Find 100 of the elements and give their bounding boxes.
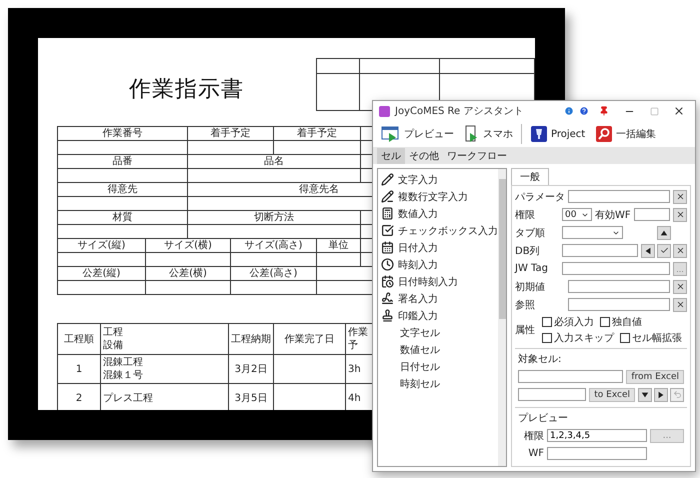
toolbar-button[interactable]: スマホ	[462, 124, 515, 144]
table-cell: 3h	[348, 362, 361, 376]
field-label: 権限	[515, 208, 536, 222]
table-cell: 品名	[188, 154, 360, 168]
export-button[interactable]: to Excel	[589, 388, 635, 402]
text-field[interactable]	[518, 370, 624, 383]
text-field[interactable]	[568, 190, 670, 203]
field-label: タブ順	[515, 226, 546, 240]
field-label: DB列	[515, 244, 541, 258]
text-field[interactable]	[562, 262, 670, 275]
column-header: 工程順	[64, 332, 94, 346]
permission-dropdown[interactable]: 00	[562, 208, 592, 221]
palette-item[interactable]: 時刻入力	[398, 258, 438, 272]
pencil-line-icon	[381, 190, 394, 203]
text-field[interactable]	[634, 208, 670, 221]
document-title: 作業指示書	[129, 76, 244, 104]
tab[interactable]: ワークフロー	[443, 148, 511, 164]
column-header: 作業	[348, 326, 368, 339]
column-header: 予	[348, 339, 358, 352]
table-cell: 単位	[316, 238, 360, 252]
table-cell: 2	[76, 392, 82, 404]
table-cell: 3月2日	[234, 362, 268, 376]
move-up-button[interactable]	[657, 226, 671, 240]
pencil-icon	[381, 173, 394, 186]
checkbox[interactable]: 必須入力	[542, 315, 594, 329]
triangle-right-icon	[657, 390, 665, 398]
close-icon	[676, 246, 684, 255]
stamp-icon	[381, 309, 394, 322]
table-cell: 公差(横)	[146, 266, 230, 280]
palette-item[interactable]: 数値セル	[400, 342, 440, 356]
close-icon	[676, 300, 684, 309]
text-field[interactable]	[562, 244, 638, 257]
palette-item[interactable]: 数値入力	[398, 206, 438, 220]
triangle-left-icon	[644, 246, 652, 254]
checkbox-icon	[381, 224, 394, 237]
checkbox[interactable]: 独自値	[600, 315, 642, 329]
field-label: WF	[527, 448, 544, 459]
info-icon[interactable]	[564, 106, 574, 116]
text-field[interactable]	[568, 280, 670, 293]
palette-item[interactable]: 時刻セル	[400, 376, 440, 390]
palette-item[interactable]: 署名入力	[398, 292, 438, 306]
move-left-button[interactable]	[641, 244, 655, 258]
text-field[interactable]: 1,2,3,4,5	[547, 429, 647, 442]
clear-button[interactable]	[673, 298, 687, 312]
clear-button[interactable]	[673, 244, 687, 258]
checkbox[interactable]: 入力スキップ	[542, 331, 614, 345]
move-down-button[interactable]	[638, 388, 652, 402]
checkmark-icon	[660, 246, 668, 255]
table-cell: 混錬工程	[103, 356, 143, 369]
window-play-icon	[381, 125, 401, 143]
table-cell: プレス工程	[103, 392, 153, 404]
clear-button[interactable]	[673, 280, 687, 294]
close-icon	[673, 105, 685, 117]
toolbar-button[interactable]: 一括編集	[593, 124, 658, 144]
tab[interactable]: 一般	[511, 168, 549, 185]
tab[interactable]: セル	[377, 148, 405, 164]
palette-item[interactable]: 日付時刻入力	[398, 274, 458, 288]
text-field[interactable]	[518, 388, 586, 401]
clock-icon	[381, 258, 394, 271]
palette-item[interactable]: 文字セル	[400, 326, 440, 340]
table-cell: 品番	[58, 154, 188, 168]
toolbar-button[interactable]: Project	[528, 124, 588, 144]
help-icon[interactable]	[579, 106, 589, 116]
field-label: 属性	[515, 324, 536, 337]
text-field[interactable]	[547, 447, 647, 460]
table-cell: 4h	[348, 392, 361, 404]
close-icon	[676, 210, 684, 219]
table-cell: サイズ(縦)	[58, 238, 146, 252]
table-cell: サイズ(高さ)	[230, 238, 316, 252]
clear-button[interactable]	[673, 190, 687, 204]
table-cell: 混錬１号	[103, 369, 143, 382]
field-label: 参照	[515, 298, 536, 312]
check-button[interactable]	[657, 244, 671, 258]
signature-icon	[381, 292, 394, 305]
palette-item[interactable]: 日付セル	[400, 360, 440, 374]
field-label: 権限	[523, 430, 544, 442]
clear-button[interactable]	[673, 208, 687, 222]
table-cell: サイズ(横)	[146, 238, 230, 252]
section-title: 対象セル:	[518, 352, 562, 366]
import-button[interactable]: from Excel	[626, 370, 684, 384]
checkbox[interactable]: セル幅拡張	[620, 331, 682, 345]
calculator-icon	[381, 207, 394, 220]
table-cell: 着手予定	[274, 126, 360, 140]
calendar-icon	[381, 241, 394, 254]
tab[interactable]: その他	[405, 148, 443, 164]
move-right-button[interactable]	[654, 388, 668, 402]
table-cell: 公差(高さ)	[230, 266, 316, 280]
section-title: プレビュー	[518, 412, 569, 425]
column-header: 作業完了日	[284, 332, 334, 346]
tab-order-dropdown[interactable]	[562, 226, 623, 239]
table-cell: 着手予定	[188, 126, 274, 140]
search-icon	[595, 125, 614, 143]
close-icon	[676, 282, 684, 291]
text-field[interactable]	[568, 298, 670, 311]
toolbar-button[interactable]: プレビュー	[379, 124, 456, 144]
palette-item[interactable]: 印鑑入力	[398, 308, 438, 322]
scrollbar[interactable]	[498, 169, 506, 466]
palette-item[interactable]: チェックボックス入力	[398, 224, 498, 238]
app-icon	[379, 106, 390, 116]
field-label: 初期値	[515, 280, 546, 294]
